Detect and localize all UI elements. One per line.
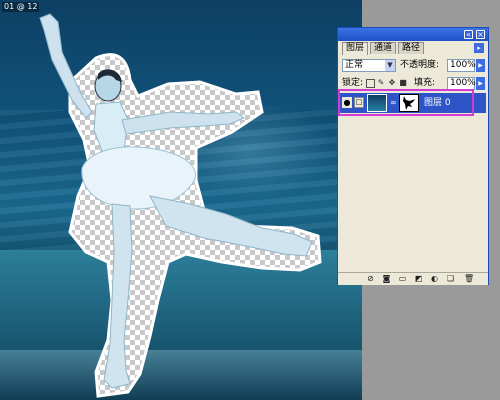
- link-layers-icon[interactable]: ⊘: [366, 274, 375, 283]
- add-mask-icon[interactable]: ▭: [398, 274, 407, 283]
- lock-row: 锁定: ✎ ✥ ■ 填充: 100% ▶: [340, 76, 486, 92]
- eye-icon[interactable]: ●: [342, 97, 352, 108]
- palette-menu-icon[interactable]: ▸: [474, 43, 484, 53]
- layer-name: 图层 0: [424, 98, 451, 108]
- fill-value: 100%: [450, 78, 476, 88]
- raised-arm: [39, 13, 93, 119]
- palette-titlebar[interactable]: « ×: [338, 28, 488, 41]
- blend-mode-value: 正常: [345, 60, 364, 70]
- collapse-button[interactable]: «: [464, 30, 473, 39]
- layers-list-empty-area: [340, 114, 486, 270]
- lock-label: 锁定:: [342, 78, 364, 88]
- tab-channels[interactable]: 通道: [370, 42, 397, 54]
- blend-mode-select[interactable]: 正常 ▼: [342, 59, 396, 72]
- mask-thumbnail[interactable]: [399, 94, 419, 112]
- document-canvas[interactable]: 01 @ 12: [0, 0, 362, 400]
- all-lock-icon[interactable]: ■: [399, 79, 407, 87]
- layer-style-icon[interactable]: ◙: [382, 274, 391, 283]
- opacity-value: 100%: [450, 60, 476, 70]
- mask-shape-icon: [403, 96, 415, 110]
- new-layer-icon[interactable]: ❏: [446, 274, 455, 283]
- fill-label: 填充:: [414, 78, 436, 88]
- opacity-slider-button[interactable]: ▶: [476, 59, 485, 72]
- layers-palette: « × 图层 通道 路径 ▸ 正常 ▼ 不透明度: 100% ▶ 锁定: ✎ ✥…: [337, 27, 489, 285]
- close-button[interactable]: ×: [476, 30, 485, 39]
- opacity-field[interactable]: 100%: [447, 59, 476, 72]
- position-lock-icon[interactable]: ✥: [388, 79, 396, 87]
- trash-icon[interactable]: 🗑: [464, 274, 474, 283]
- adjustment-layer-icon[interactable]: ◐: [430, 274, 439, 283]
- image-lock-icon[interactable]: ✎: [377, 79, 385, 87]
- new-group-icon[interactable]: ◩: [414, 274, 423, 283]
- chevron-down-icon: ▼: [385, 60, 395, 71]
- layer-thumbnail: [367, 94, 387, 112]
- opacity-label: 不透明度:: [400, 60, 440, 70]
- ballerina-selection: [39, 13, 322, 398]
- palette-tabs: 图层 通道 路径: [340, 42, 486, 55]
- layer-row[interactable]: ● □ ∞ 图层 0: [340, 93, 486, 113]
- fill-field[interactable]: 100%: [447, 77, 476, 90]
- layer-link-icon[interactable]: □: [354, 97, 364, 108]
- palette-footer: ⊘ ◙ ▭ ◩ ◐ ❏ 🗑: [338, 272, 488, 285]
- transparency-lock-icon[interactable]: [366, 79, 375, 88]
- tab-layers[interactable]: 图层: [342, 42, 369, 55]
- fill-slider-button[interactable]: ▶: [476, 77, 485, 90]
- tab-paths[interactable]: 路径: [398, 42, 425, 54]
- blend-row: 正常 ▼ 不透明度: 100% ▶: [340, 58, 486, 74]
- chain-icon[interactable]: ∞: [390, 98, 397, 108]
